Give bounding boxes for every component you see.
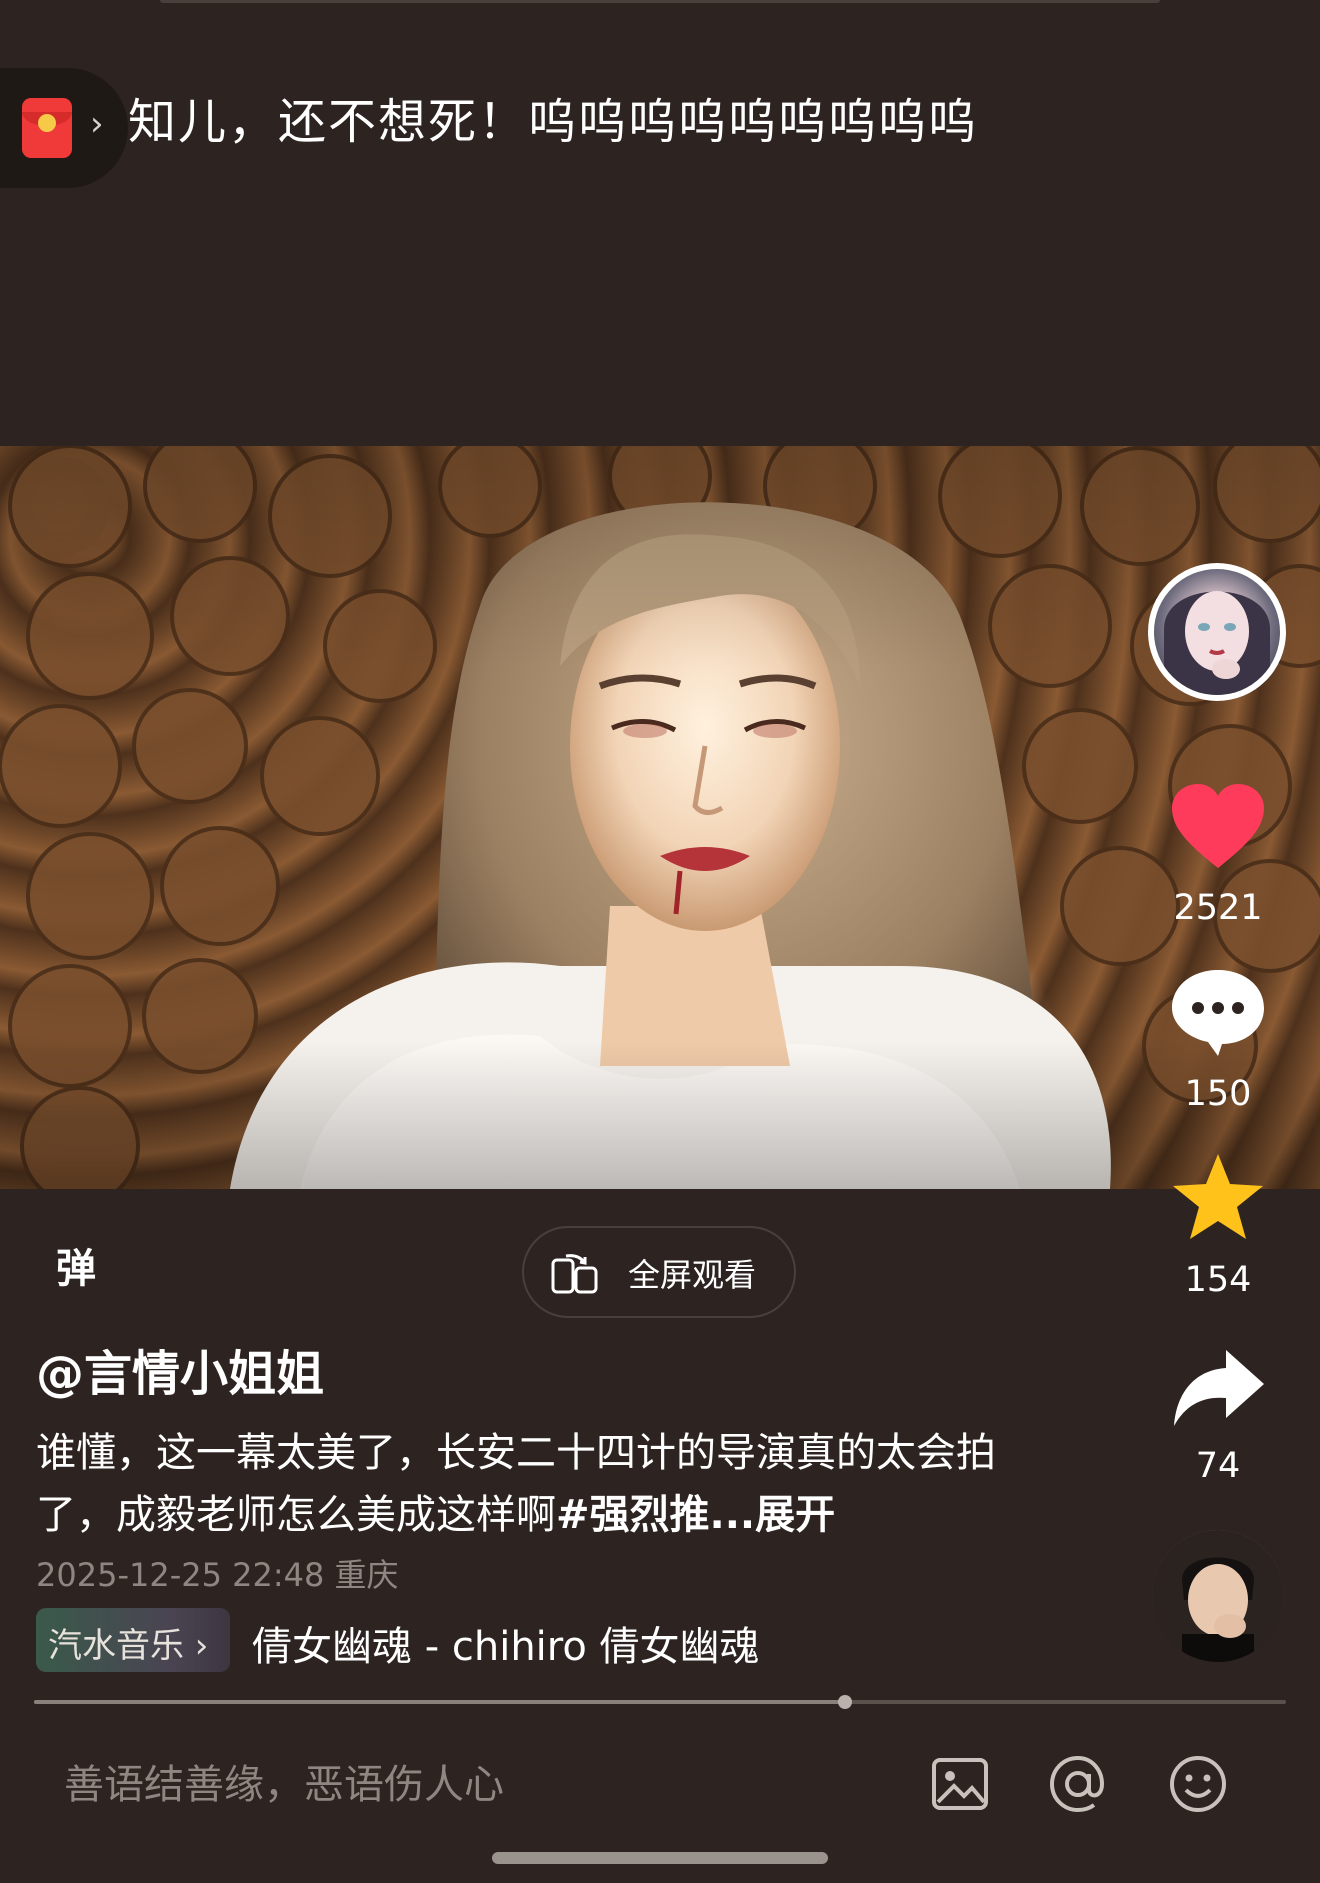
emoji-icon[interactable] [1164, 1750, 1232, 1818]
progress-fill [34, 1700, 846, 1704]
author-name[interactable]: @言情小姐姐 [36, 1334, 324, 1404]
share-arrow-icon[interactable] [1168, 1346, 1268, 1436]
post-meta: 2025-12-25 22:48 重庆 [36, 1550, 399, 1596]
danmaku-toggle-button[interactable]: 弹 [56, 1236, 116, 1292]
home-indicator [492, 1852, 828, 1864]
rotate-screen-icon [551, 1254, 598, 1294]
music-app-badge-label: 汽水音乐 › [48, 1618, 208, 1667]
at-icon[interactable] [1044, 1750, 1112, 1818]
fullscreen-label: 全屏观看 [628, 1256, 757, 1294]
danmaku-text: 知儿，还不想死！呜呜呜呜呜呜呜呜呜 [128, 94, 979, 150]
chevron-right-icon[interactable]: › [90, 104, 112, 144]
expand-link[interactable]: ...展开 [710, 1492, 836, 1538]
post-location: 重庆 [334, 1556, 399, 1594]
top-edge [160, 0, 1160, 3]
progress-handle[interactable] [838, 1695, 853, 1709]
video-shade [0, 446, 1320, 1189]
author-avatar[interactable] [1154, 569, 1280, 695]
comment-bubble-icon[interactable] [1168, 966, 1268, 1056]
favorite-count: 154 [1184, 1260, 1252, 1300]
comment-input[interactable] [36, 1750, 944, 1820]
post-datetime: 2025-12-25 22:48 [36, 1556, 325, 1594]
red-packet-coin [38, 114, 56, 132]
comment-count: 150 [1184, 1074, 1252, 1114]
description-text: 谁懂，这一幕太美了，长安二十四计的导演真的太会拍了，成毅老师怎么美成这样啊 [36, 1430, 996, 1538]
music-badge-text: 汽水音乐 [48, 1626, 184, 1666]
like-count: 2521 [1173, 888, 1263, 928]
post-description[interactable]: 谁懂，这一幕太美了，长安二十四计的导演真的太会拍了，成毅老师怎么美成这样啊#强烈… [36, 1422, 1056, 1546]
favorite-star-icon[interactable] [1168, 1152, 1268, 1242]
music-artist-avatar[interactable] [1152, 1530, 1284, 1662]
chevron-right-icon: › [184, 1626, 209, 1666]
share-count: 74 [1195, 1446, 1241, 1486]
like-heart-icon[interactable] [1168, 782, 1268, 872]
image-icon[interactable] [926, 1750, 994, 1818]
hashtag-link[interactable]: #强烈推 [556, 1492, 710, 1538]
music-title[interactable]: 倩女幽魂 - chihiro 倩女幽魂 [252, 1614, 760, 1672]
